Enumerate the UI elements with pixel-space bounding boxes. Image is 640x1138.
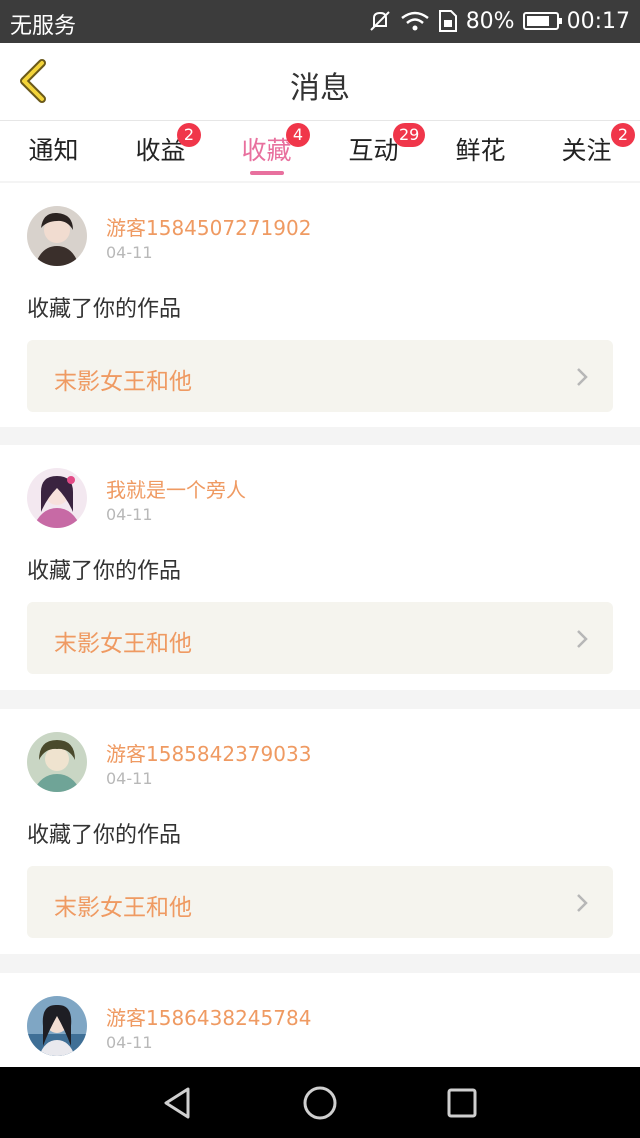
mute-icon — [368, 9, 392, 33]
work-link[interactable]: 末影女王和他 — [27, 602, 613, 674]
message-card: 游客1586438245784 04-11 — [0, 973, 640, 1067]
user-name[interactable]: 游客1584507271902 — [106, 212, 311, 241]
message-date: 04-11 — [106, 1033, 153, 1052]
work-title: 末影女王和他 — [54, 369, 192, 395]
battery-icon — [522, 12, 562, 30]
work-link[interactable]: 末影女王和他 — [27, 866, 613, 938]
user-name[interactable]: 游客1585842379033 — [106, 738, 311, 767]
nav-home-button[interactable] — [302, 1085, 338, 1121]
tab-label: 鲜花 — [455, 136, 506, 165]
tab-label: 收藏 — [241, 136, 292, 165]
avatar[interactable] — [27, 468, 87, 528]
active-tab-indicator — [249, 171, 284, 175]
message-text: 收藏了你的作品 — [27, 823, 182, 848]
tab-badge: 29 — [393, 123, 426, 147]
avatar[interactable] — [27, 732, 87, 792]
chevron-right-icon — [577, 368, 588, 386]
header-bar: 消息 — [0, 43, 640, 121]
message-date: 04-11 — [106, 769, 153, 788]
message-date: 04-11 — [106, 505, 153, 524]
avatar[interactable] — [27, 206, 87, 266]
wifi-icon — [400, 10, 430, 32]
tab-earnings[interactable]: 收益 2 — [107, 123, 214, 167]
status-icons: 80% 00:17 — [368, 6, 630, 36]
message-card: 游客1585842379033 04-11 收藏了你的作品 末影女王和他 — [0, 709, 640, 954]
battery-percent: 80% — [465, 8, 515, 34]
tab-follows[interactable]: 关注 2 — [533, 123, 640, 167]
triangle-back-icon — [164, 1087, 190, 1119]
nav-recents-button[interactable] — [444, 1085, 480, 1121]
work-title: 末影女王和他 — [54, 631, 192, 657]
tab-badge: 2 — [177, 123, 201, 147]
nav-back-button[interactable] — [160, 1085, 196, 1121]
carrier-label: 无服务 — [10, 14, 77, 39]
message-date: 04-11 — [106, 243, 153, 262]
message-card: 我就是一个旁人 04-11 收藏了你的作品 末影女王和他 — [0, 445, 640, 690]
message-text: 收藏了你的作品 — [27, 297, 182, 322]
tab-favorites[interactable]: 收藏 4 — [213, 123, 320, 175]
tab-flowers[interactable]: 鲜花 — [427, 131, 534, 167]
tab-label: 通知 — [28, 136, 79, 165]
clock: 00:17 — [566, 8, 630, 34]
tab-label: 互动 — [348, 136, 399, 165]
status-bar: 无服务 80% 00:17 — [0, 0, 640, 43]
work-title: 末影女王和他 — [54, 895, 192, 921]
tab-badge: 4 — [286, 123, 310, 147]
user-name[interactable]: 游客1586438245784 — [106, 1002, 311, 1031]
message-text: 收藏了你的作品 — [27, 559, 182, 584]
chevron-right-icon — [577, 894, 588, 912]
page-title: 消息 — [290, 71, 350, 106]
avatar[interactable] — [27, 996, 87, 1056]
square-recents-icon — [447, 1088, 477, 1118]
circle-home-icon — [303, 1086, 337, 1120]
message-card: 游客1584507271902 04-11 收藏了你的作品 末影女王和他 — [0, 183, 640, 427]
tab-badge: 2 — [611, 123, 635, 147]
user-name[interactable]: 我就是一个旁人 — [106, 474, 246, 503]
work-link[interactable]: 末影女王和他 — [27, 340, 613, 412]
system-nav-bar — [0, 1067, 640, 1138]
tab-interactions[interactable]: 互动 29 — [320, 123, 427, 167]
tab-label: 关注 — [561, 136, 612, 165]
tab-bar: 通知 收益 2 收藏 4 互动 29 鲜花 关注 2 — [0, 121, 640, 181]
sim-icon — [438, 9, 458, 33]
chevron-right-icon — [577, 630, 588, 648]
tab-notifications[interactable]: 通知 — [0, 131, 107, 167]
